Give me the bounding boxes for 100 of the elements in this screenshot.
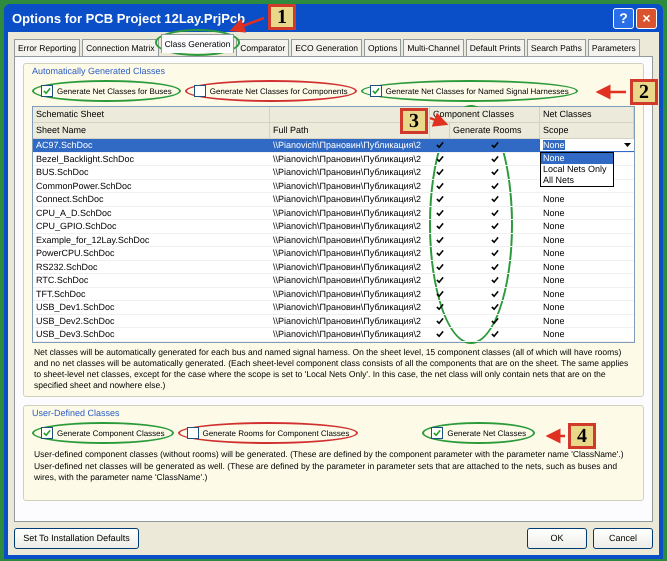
group-header: Net Classes — [543, 109, 592, 119]
column-header[interactable]: Scope — [543, 125, 569, 135]
table-row[interactable]: CPU_GPIO.SchDoc \\Pianovich\Прановин\Публикация\2 None — [33, 220, 634, 234]
column-header[interactable]: Sheet Name — [36, 125, 86, 135]
checkbox[interactable] — [435, 139, 445, 152]
checkbox[interactable] — [490, 139, 500, 152]
checkbox[interactable] — [435, 328, 445, 340]
sheet-name-cell-text: RTC.SchDoc — [35, 274, 90, 286]
group-header: Schematic Sheet — [36, 109, 104, 119]
description-text: Net classes will be automatically generated for each bus and named signal harness. On the sheet level, 15 component classes (all of which will have rooms) and no net classes will be automatically generated. (Each sheet-level component class consists of all the components that are on the sheet. The same applies to sheet-level net classes, except for the case where the scope is set to 'Local Nets Only'. In this case, the net class will only contain nets that are on the specified sheet and nowhere else.) — [34, 346, 630, 390]
checkbox-label: Generate Net Classes for Named Signal Harnesses — [386, 86, 569, 96]
scope-cell-text: None — [542, 248, 566, 258]
sheet-name-cell-text: TFT.SchDoc — [35, 288, 87, 300]
checkbox[interactable] — [194, 85, 206, 97]
checkbox-label: Generate Component Classes — [57, 428, 165, 438]
path-cell-text: \\Pianovich\Прановин\Публикация\2 — [272, 206, 422, 219]
checkbox[interactable] — [490, 247, 500, 260]
checkbox[interactable] — [435, 274, 445, 286]
sheet-name-cell-text: USB_Dev1.SchDoc — [35, 301, 116, 314]
table-row[interactable]: USB_Dev1.SchDoc \\Pianovich\Прановин\Публикация\2 None — [33, 301, 634, 314]
checkbox[interactable] — [431, 427, 444, 439]
tab[interactable]: Comparator — [236, 39, 290, 56]
tab[interactable]: Parameters — [588, 39, 640, 56]
group-header: Component Classes — [433, 109, 514, 119]
path-cell-text: \\Pianovich\Прановин\Публикация\2 — [272, 274, 422, 286]
tab[interactable]: Search Paths — [526, 39, 586, 56]
check-icon — [433, 429, 442, 437]
path-cell-text: \\Pianovich\Прановин\Публикация\2 — [272, 193, 422, 206]
callout-number: 2 — [630, 79, 658, 105]
tab[interactable]: Error Reporting — [14, 39, 80, 56]
sheet-name-cell-text: Example_for_12Lay.SchDoc — [35, 234, 150, 246]
table-row[interactable]: RTC.SchDoc \\Pianovich\Прановин\Публикация\2 None — [33, 274, 634, 288]
table-row[interactable]: Connect.SchDoc \\Pianovich\Прановин\Публикация\2 None — [33, 193, 634, 206]
sheet-name-cell-text: BUS.SchDoc — [35, 166, 90, 178]
checkbox[interactable] — [41, 85, 53, 97]
scope-cell-text: None — [542, 329, 566, 339]
close-button[interactable]: × — [636, 8, 657, 28]
table-row[interactable]: Example_for_12Lay.SchDoc \\Pianovich\Прановин\Публикация\2 None — [33, 234, 634, 247]
sheet-name-cell-text: USB_Dev3.SchDoc — [35, 328, 116, 340]
check-icon — [43, 429, 51, 437]
cancel-button[interactable]: Cancel — [593, 528, 653, 548]
path-cell-text: \\Pianovich\Прановин\Публикация\2 — [272, 314, 422, 327]
checkbox[interactable] — [186, 427, 199, 439]
checkbox[interactable] — [490, 301, 500, 314]
checkbox[interactable] — [435, 166, 445, 178]
path-cell-text: \\Pianovich\Прановин\Публикация\2 — [272, 234, 422, 246]
checkbox[interactable] — [41, 427, 53, 439]
checkbox-label: Generate Rooms for Component Classes — [202, 428, 350, 438]
description-text: User-defined component classes (without rooms) will be generated. (These are defined by the component parameter with the parameter name 'ClassName'.) — [34, 449, 625, 460]
defaults-button[interactable]: Set To Installation Defaults — [14, 528, 139, 548]
checkbox[interactable] — [435, 301, 445, 314]
tab[interactable]: Options — [364, 39, 402, 56]
scope-dropdown[interactable]: None — [540, 139, 634, 151]
scope-cell-text: None — [542, 221, 566, 231]
tab[interactable]: Default Prints — [466, 39, 525, 56]
table-row[interactable]: USB_Dev2.SchDoc \\Pianovich\Прановин\Публикация\2 None — [33, 314, 634, 328]
table-row[interactable]: RS232.SchDoc \\Pianovich\Прановин\Публикация\2 None — [33, 260, 634, 274]
checkbox-label: Generate Net Classes for Components — [210, 86, 348, 96]
tab[interactable]: Multi-Channel — [403, 39, 464, 56]
column-header[interactable]: Generate Rooms — [453, 125, 522, 135]
checkbox[interactable] — [490, 193, 500, 206]
sheet-name-cell-text: Bezel_Backlight.SchDoc — [35, 152, 136, 165]
checkbox[interactable] — [370, 85, 382, 97]
checkbox[interactable] — [435, 193, 445, 206]
sheet-name-cell-text: AC97.SchDoc — [35, 139, 94, 152]
help-button[interactable]: ? — [613, 8, 634, 28]
scope-cell-text: None — [542, 234, 566, 244]
callout-number: 3 — [400, 108, 428, 134]
checkbox[interactable] — [490, 328, 500, 340]
table-row[interactable]: CPU_A_D.SchDoc \\Pianovich\Прановин\Публикация\2 None — [33, 206, 634, 220]
table-row[interactable]: PowerCPU.SchDoc \\Pianovich\Прановин\Публикация\2 None — [33, 247, 634, 260]
sheet-name-cell-text: PowerCPU.SchDoc — [35, 247, 116, 260]
ok-button[interactable]: OK — [527, 528, 587, 548]
checkbox[interactable] — [490, 166, 500, 178]
table-row[interactable]: USB_Dev3.SchDoc \\Pianovich\Прановин\Публикация\2 None — [33, 328, 634, 342]
checkbox[interactable] — [435, 247, 445, 260]
scope-cell-text: None — [542, 275, 566, 285]
table-row[interactable]: TFT.SchDoc \\Pianovich\Прановин\Публикация\2 None — [33, 288, 634, 301]
callout-number: 4 — [568, 423, 596, 449]
sheet-name-cell-text: CPU_A_D.SchDoc — [35, 206, 113, 219]
callout-arrow — [546, 428, 565, 444]
check-icon — [372, 87, 380, 95]
path-cell-text: \\Pianovich\Прановин\Публикация\2 — [272, 301, 422, 314]
checkbox[interactable] — [490, 220, 500, 232]
tab[interactable]: ECO Generation — [291, 39, 362, 56]
group-title: User-Defined Classes — [32, 408, 120, 418]
description-text: User-defined net classes will be generated as well. (These are defined by the parameter in parameter sets that are attached to the nets, such as buses and wires, with the parameter name 'ClassName'.) — [34, 461, 618, 483]
checkbox[interactable] — [435, 220, 445, 232]
scope-cell-text: None — [542, 316, 566, 326]
tab[interactable]: Connection Matrix — [82, 39, 159, 56]
scope-cell-text: None — [542, 288, 566, 298]
tab[interactable]: Class Generation — [160, 34, 234, 53]
scope-cell-text: None — [542, 302, 566, 312]
sheet-name-cell-text: RS232.SchDoc — [35, 260, 99, 273]
path-cell-text: \\Pianovich\Прановин\Публикация\2 — [272, 247, 422, 260]
column-header[interactable]: Full Path — [273, 125, 309, 135]
path-cell-text: \\Pianovich\Прановин\Публикация\2 — [272, 288, 422, 300]
path-cell-text: \\Pianovich\Прановин\Публикация\2 — [272, 260, 422, 273]
dropdown-option[interactable]: None — [541, 153, 613, 164]
checkbox[interactable] — [490, 274, 500, 286]
